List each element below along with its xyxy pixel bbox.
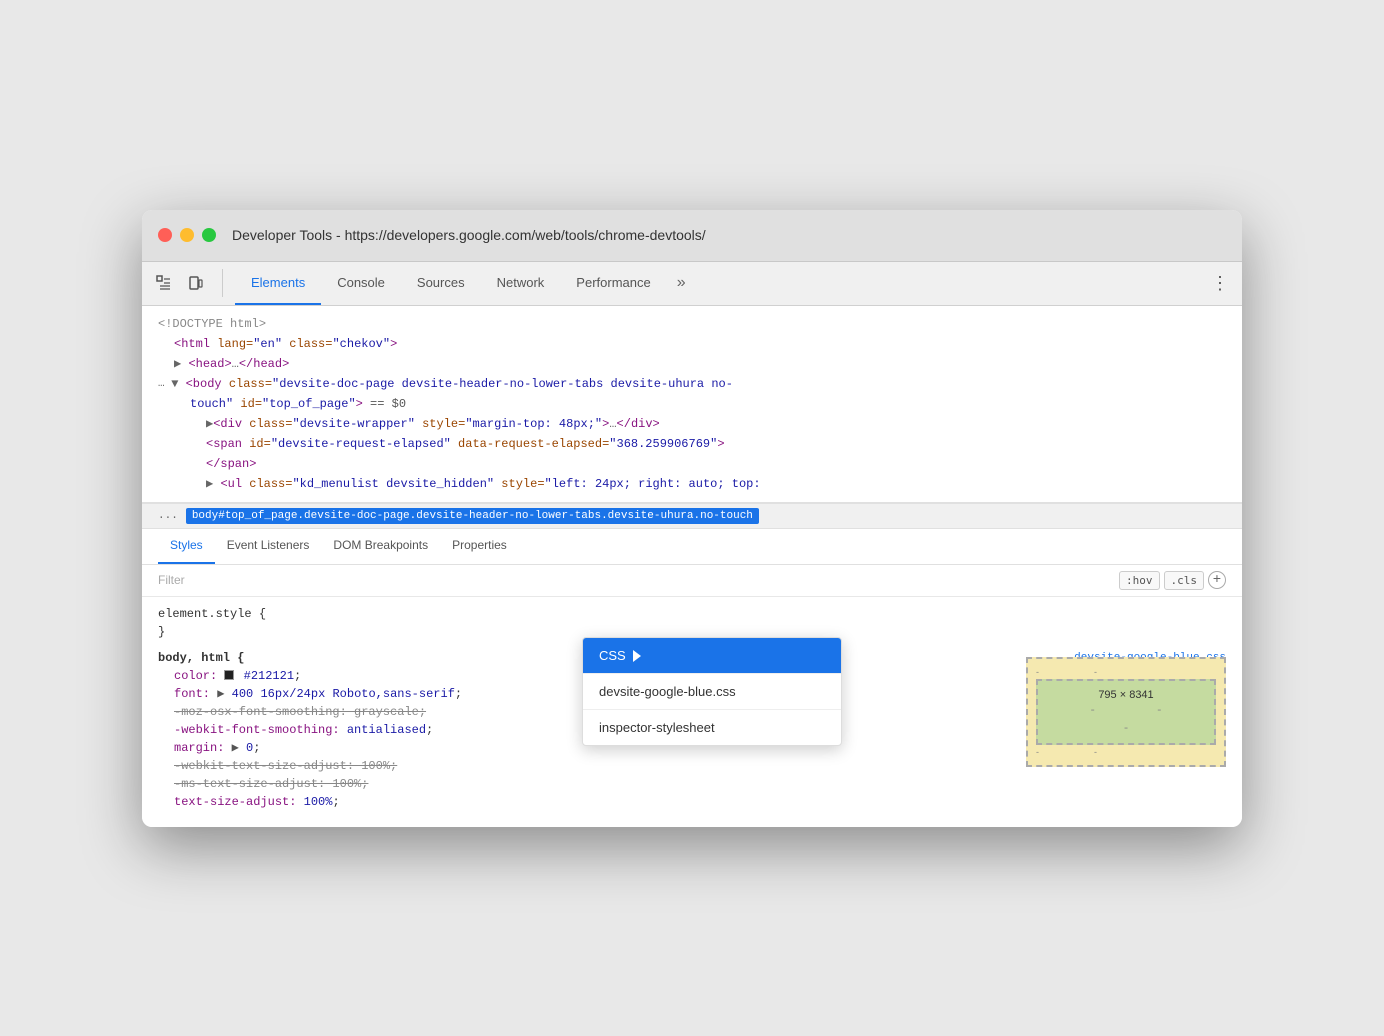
window-title: Developer Tools - https://developers.goo… — [232, 227, 706, 243]
filter-bar: Filter :hov .cls + — [142, 565, 1242, 597]
sub-tab-event-listeners[interactable]: Event Listeners — [215, 529, 322, 564]
maximize-button[interactable] — [202, 228, 216, 242]
dropdown-item-devsite-css[interactable]: devsite-google-blue.css — [583, 674, 841, 710]
close-button[interactable] — [158, 228, 172, 242]
dropdown-item-inspector[interactable]: inspector-stylesheet — [583, 710, 841, 745]
toolbar-icons — [150, 269, 223, 297]
filter-label: Filter — [158, 573, 185, 587]
box-model-size: 795 × 8341 — [1098, 689, 1153, 701]
dom-line-span-close: </span> — [142, 454, 1242, 474]
dom-line: <!DOCTYPE html> — [142, 314, 1242, 334]
css-selector-body: body, html { — [158, 649, 244, 667]
styles-content: element.style { } body, html { devsite-g… — [142, 597, 1242, 827]
css-prop-text-size: text-size-adjust: 100%; — [174, 793, 1226, 811]
dom-line: ▶ <head>…</head> — [142, 354, 1242, 374]
hov-button[interactable]: :hov — [1119, 571, 1160, 590]
tab-performance[interactable]: Performance — [560, 261, 666, 305]
devtools-window: Developer Tools - https://developers.goo… — [142, 210, 1242, 827]
sub-tab-styles[interactable]: Styles — [158, 529, 215, 564]
box-model-inner: 795 × 8341 - - - — [1036, 679, 1216, 745]
breadcrumb-bar: ... body#top_of_page.devsite-doc-page.de… — [142, 503, 1242, 529]
css-source-dropdown: CSS devsite-google-blue.css inspector-st… — [582, 637, 842, 746]
devtools-body: <!DOCTYPE html> <html lang="en" class="c… — [142, 306, 1242, 827]
toolbar-menu-button[interactable]: ⋮ — [1206, 269, 1234, 297]
dom-line: <html lang="en" class="chekov"> — [142, 334, 1242, 354]
dom-line-div: ▶<div class="devsite-wrapper" style="mar… — [142, 414, 1242, 434]
breadcrumb-dots: ... — [158, 510, 178, 522]
dropdown-item-css[interactable]: CSS — [583, 638, 841, 674]
tabs: Elements Console Sources Network Perform… — [235, 261, 696, 305]
cls-button[interactable]: .cls — [1164, 571, 1205, 590]
titlebar: Developer Tools - https://developers.goo… — [142, 210, 1242, 262]
dom-line-ul: ▶ <ul class="kd_menulist devsite_hidden"… — [142, 474, 1242, 494]
tab-console[interactable]: Console — [321, 261, 401, 305]
cursor-arrow-icon — [633, 650, 641, 662]
css-rule-selector: element.style { — [158, 605, 1226, 623]
tab-sources[interactable]: Sources — [401, 261, 481, 305]
add-style-button[interactable]: + — [1208, 571, 1226, 589]
box-model-panel: - - 795 × 8341 - - - - — [1026, 657, 1226, 767]
dom-line-body-cont: touch" id="top_of_page"> == $0 — [142, 394, 1242, 414]
traffic-lights — [158, 228, 216, 242]
dom-line-span: <span id="devsite-request-elapsed" data-… — [142, 434, 1242, 454]
dom-panel: <!DOCTYPE html> <html lang="en" class="c… — [142, 306, 1242, 503]
color-swatch[interactable] — [224, 670, 234, 680]
bottom-panel: Styles Event Listeners DOM Breakpoints P… — [142, 529, 1242, 827]
tab-elements[interactable]: Elements — [235, 261, 321, 305]
filter-buttons: :hov .cls + — [1119, 571, 1226, 590]
minimize-button[interactable] — [180, 228, 194, 242]
breadcrumb-text[interactable]: body#top_of_page.devsite-doc-page.devsit… — [186, 508, 759, 524]
dom-line-body: … ▼ <body class="devsite-doc-page devsit… — [142, 374, 1242, 394]
sub-tab-properties[interactable]: Properties — [440, 529, 519, 564]
inspect-icon[interactable] — [150, 269, 178, 297]
css-prop-ms-text: -ms-text-size-adjust: 100%; — [174, 775, 1226, 793]
sub-tab-dom-breakpoints[interactable]: DOM Breakpoints — [321, 529, 440, 564]
css-rule-element-style: element.style { } — [158, 605, 1226, 641]
tab-more[interactable]: » — [667, 261, 696, 305]
tab-network[interactable]: Network — [481, 261, 561, 305]
toolbar: Elements Console Sources Network Perform… — [142, 262, 1242, 306]
device-icon[interactable] — [182, 269, 210, 297]
sub-tabs: Styles Event Listeners DOM Breakpoints P… — [142, 529, 1242, 565]
